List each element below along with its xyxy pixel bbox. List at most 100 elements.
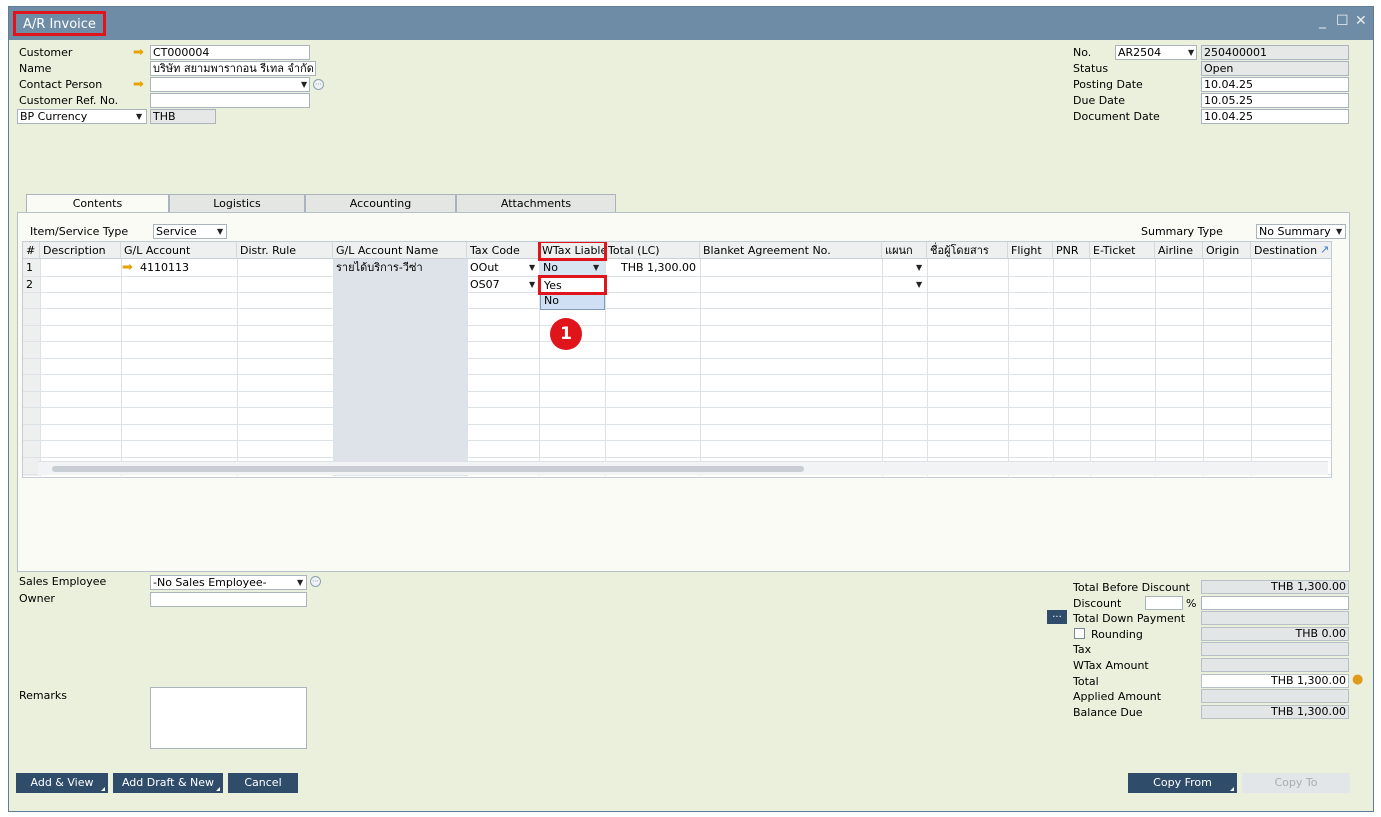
name-field[interactable]: บริษัท สยามพารากอน รีเทล จำกัด xyxy=(150,61,316,76)
col-header-department[interactable]: แผนก xyxy=(882,242,927,259)
bp-currency-select[interactable]: BP Currency xyxy=(17,109,147,124)
tax-code-cell[interactable]: OOut xyxy=(467,260,527,277)
dropdown-arrow-icon[interactable]: ▼ xyxy=(301,80,307,89)
option-no[interactable]: No xyxy=(541,294,604,309)
contents-panel: Item/Service Type Service ▼ Summary Type… xyxy=(17,212,1350,572)
info-icon[interactable]: ⋯ xyxy=(313,79,324,90)
document-lines-grid: # Description G/L Account Distr. Rule G/… xyxy=(22,241,1332,478)
contact-person-field[interactable] xyxy=(150,77,310,92)
col-header-description[interactable]: Description xyxy=(40,242,121,259)
discount-amount-field[interactable] xyxy=(1201,596,1349,610)
copy-from-label: Copy From xyxy=(1153,776,1212,789)
item-type-label: Item/Service Type xyxy=(30,225,129,238)
status-field: Open xyxy=(1201,61,1349,76)
col-header-gl-account[interactable]: G/L Account xyxy=(121,242,237,259)
dropdown-arrow-icon[interactable]: ▼ xyxy=(217,227,223,236)
discount-label: Discount xyxy=(1073,597,1122,610)
summary-type-select[interactable]: No Summary xyxy=(1256,224,1346,239)
link-arrow-icon[interactable]: ➡ xyxy=(133,46,144,59)
customer-ref-field[interactable] xyxy=(150,93,310,108)
document-date-field[interactable]: 10.04.25 xyxy=(1201,109,1349,124)
series-select[interactable]: AR2504 xyxy=(1115,45,1197,60)
remarks-textarea[interactable] xyxy=(150,687,307,749)
tab-logistics[interactable]: Logistics xyxy=(169,194,305,213)
tab-contents[interactable]: Contents xyxy=(26,194,169,214)
dropdown-arrow-icon[interactable]: ▼ xyxy=(593,263,599,272)
dropdown-arrow-icon[interactable]: ▼ xyxy=(1188,48,1194,57)
link-arrow-icon[interactable]: ➡ xyxy=(122,261,133,274)
link-arrow-icon[interactable]: ➡ xyxy=(133,78,144,91)
status-label: Status xyxy=(1073,62,1109,75)
horizontal-scrollbar[interactable] xyxy=(38,461,1328,475)
col-header-pnr[interactable]: PNR xyxy=(1053,242,1090,259)
no-label: No. xyxy=(1073,46,1092,59)
dropdown-arrow-icon[interactable]: ▼ xyxy=(136,112,142,121)
tab-attachments[interactable]: Attachments xyxy=(456,194,616,213)
total-label: Total xyxy=(1073,675,1099,688)
gl-account-cell[interactable]: 4110113 xyxy=(137,260,235,277)
rounding-checkbox[interactable] xyxy=(1074,628,1085,639)
row-number: 1 xyxy=(26,261,33,274)
item-type-select[interactable]: Service xyxy=(153,224,227,239)
total-lc-cell[interactable]: THB 1,300.00 xyxy=(605,260,700,277)
doc-number-field: 250400001 xyxy=(1201,45,1349,60)
info-icon[interactable]: ⋯ xyxy=(310,576,321,587)
col-header-airline[interactable]: Airline xyxy=(1155,242,1203,259)
title-bar: A/R Invoice _ ☐ ✕ xyxy=(9,7,1373,40)
add-view-button[interactable]: Add & View xyxy=(16,773,108,793)
col-header-tax-code[interactable]: Tax Code xyxy=(467,242,539,259)
col-header-passenger-name[interactable]: ชื่อผู้โดยสาร xyxy=(927,242,1008,259)
applied-amount-field xyxy=(1201,689,1349,703)
coins-icon[interactable]: ● xyxy=(1352,673,1363,687)
total-down-payment-label: Total Down Payment xyxy=(1073,612,1186,625)
down-payment-button[interactable]: ... xyxy=(1047,610,1067,624)
scrollbar-thumb[interactable] xyxy=(52,466,804,472)
col-header-num[interactable]: # xyxy=(23,242,40,259)
wtax-amount-field xyxy=(1201,658,1349,672)
customer-field[interactable]: CT000004 xyxy=(150,45,310,60)
total-field[interactable]: THB 1,300.00 xyxy=(1201,674,1349,688)
col-header-eticket[interactable]: E-Ticket xyxy=(1090,242,1155,259)
rounding-field: THB 0.00 xyxy=(1201,627,1349,641)
dropdown-arrow-icon[interactable]: ▼ xyxy=(1336,227,1342,236)
currency-field: THB xyxy=(150,109,216,124)
dropdown-arrow-icon[interactable]: ▼ xyxy=(916,263,922,272)
percent-sign: % xyxy=(1186,597,1197,610)
col-header-flight[interactable]: Flight xyxy=(1008,242,1053,259)
add-draft-new-button[interactable]: Add Draft & New xyxy=(113,773,223,793)
dropdown-arrow-icon[interactable]: ▼ xyxy=(297,578,303,587)
expand-icon[interactable]: ↗ xyxy=(1320,243,1329,256)
dropdown-arrow-icon[interactable]: ▼ xyxy=(529,263,535,272)
col-header-blanket-agreement[interactable]: Blanket Agreement No. xyxy=(700,242,882,259)
copy-from-button[interactable]: Copy From xyxy=(1128,773,1237,793)
col-header-distr-rule[interactable]: Distr. Rule xyxy=(237,242,333,259)
wtax-amount-label: WTax Amount xyxy=(1073,659,1149,672)
rounding-label: Rounding xyxy=(1091,628,1143,641)
sales-employee-select[interactable]: -No Sales Employee- xyxy=(150,575,307,590)
due-date-field[interactable]: 10.05.25 xyxy=(1201,93,1349,108)
posting-date-field[interactable]: 10.04.25 xyxy=(1201,77,1349,92)
add-view-label: Add & View xyxy=(30,776,94,789)
minimize-icon[interactable]: _ xyxy=(1319,13,1326,29)
customer-ref-label: Customer Ref. No. xyxy=(19,94,119,107)
owner-field[interactable] xyxy=(150,592,307,607)
sales-employee-label: Sales Employee xyxy=(19,575,107,588)
col-header-gl-name[interactable]: G/L Account Name xyxy=(333,242,467,259)
ar-invoice-window: A/R Invoice _ ☐ ✕ Customer ➡ CT000004 Na… xyxy=(8,6,1374,812)
maximize-icon[interactable]: ☐ xyxy=(1336,13,1349,29)
copy-to-button[interactable]: Copy To xyxy=(1242,773,1350,793)
dropdown-arrow-icon[interactable]: ▼ xyxy=(916,280,922,289)
tax-code-cell[interactable]: OS07 xyxy=(467,277,527,294)
cancel-button[interactable]: Cancel xyxy=(228,773,298,793)
balance-due-field: THB 1,300.00 xyxy=(1201,705,1349,719)
col-header-total-lc[interactable]: Total (LC) xyxy=(605,242,700,259)
dropdown-arrow-icon[interactable]: ▼ xyxy=(529,280,535,289)
yes-option-highlight xyxy=(538,275,607,295)
balance-due-label: Balance Due xyxy=(1073,706,1143,719)
due-date-label: Due Date xyxy=(1073,94,1125,107)
close-icon[interactable]: ✕ xyxy=(1355,13,1367,29)
discount-percent-field[interactable] xyxy=(1145,596,1183,610)
posting-date-label: Posting Date xyxy=(1073,78,1143,91)
col-header-origin[interactable]: Origin xyxy=(1203,242,1251,259)
tab-accounting[interactable]: Accounting xyxy=(305,194,456,213)
